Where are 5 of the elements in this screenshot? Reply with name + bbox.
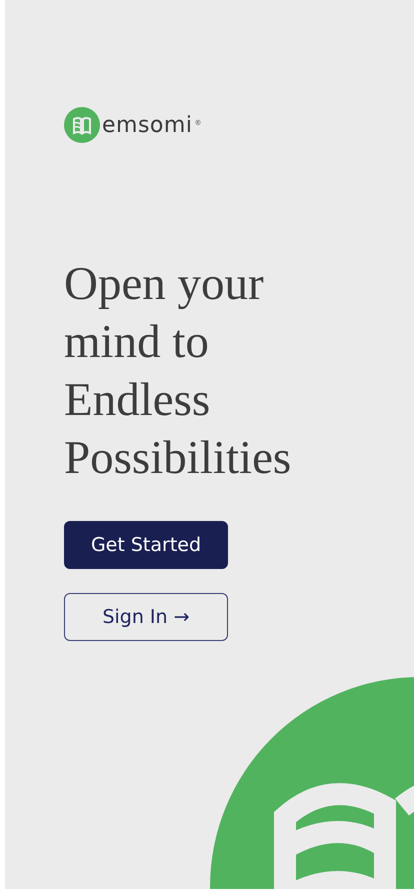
headline: Open your mind to Endless Possibilities — [64, 257, 292, 486]
sign-in-button[interactable]: Sign In → — [64, 593, 228, 641]
book-logo-icon — [64, 107, 100, 143]
get-started-button[interactable]: Get Started — [64, 521, 228, 569]
brand-name: emsomi — [102, 112, 192, 138]
